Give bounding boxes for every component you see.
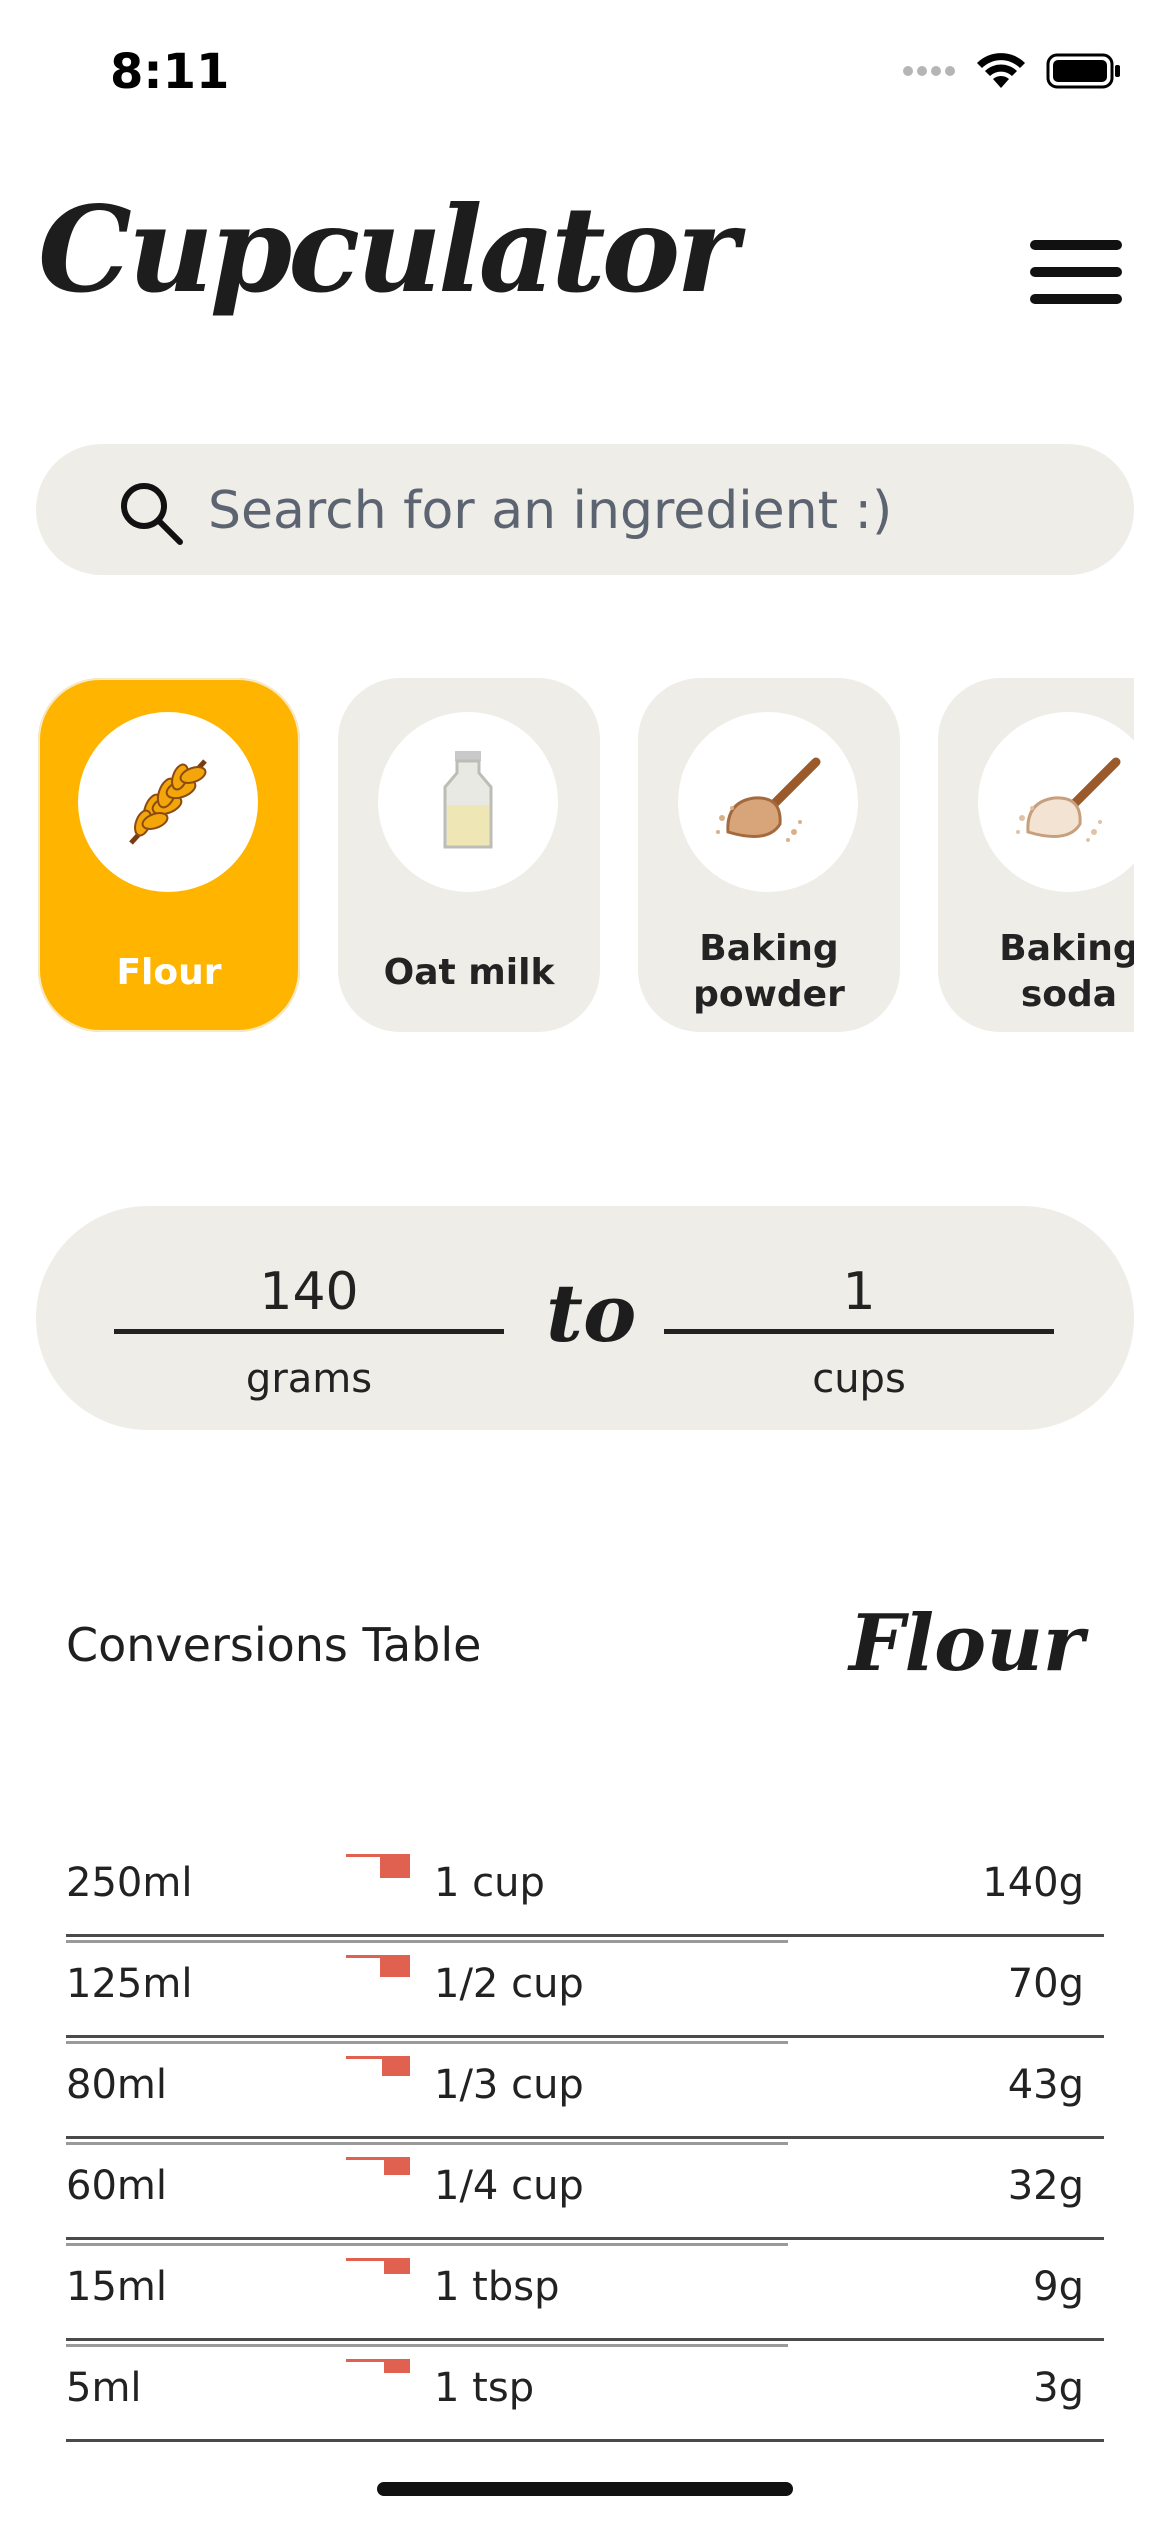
ingredient-label-line2: powder [693, 974, 845, 1015]
signal-dots-icon [903, 66, 955, 76]
measuring-cup-icon [346, 2056, 410, 2076]
wifi-icon [977, 53, 1025, 88]
status-bar: 8:11 [0, 0, 1170, 150]
milk-bottle-icon [443, 751, 493, 849]
ingredient-image-circle [78, 712, 258, 892]
cell-measure: 1 tsp [434, 2365, 535, 2411]
ingredient-label-line2: soda [1020, 974, 1118, 1015]
home-indicator[interactable] [377, 2482, 793, 2496]
ingredient-image-circle [378, 712, 558, 892]
from-field: grams [114, 1254, 504, 1402]
measuring-spoon-icon [346, 2258, 410, 2274]
battery-icon [1046, 53, 1120, 89]
cell-ml: 15ml [66, 2264, 167, 2310]
cell-grams: 9g [1033, 2264, 1084, 2310]
status-time: 8:11 [110, 44, 230, 100]
table-row: 5ml 1 tsp 3g [66, 2341, 1104, 2442]
cell-measure: 1/3 cup [434, 2062, 584, 2108]
table-row: 250ml 1 cup 140g [66, 1836, 1104, 1943]
search-icon [121, 483, 183, 545]
search-bar[interactable] [36, 444, 1134, 575]
cell-measure: 1 cup [434, 1860, 545, 1906]
from-unit-selector[interactable]: grams [114, 1356, 504, 1402]
cell-measure: 1 tbsp [434, 2264, 560, 2310]
conversions-table: 250ml 1 cup 140g 125ml 1/2 cup 70g 80ml … [66, 1836, 1104, 2442]
ingredient-label-line1: Baking [999, 928, 1134, 969]
to-field: cups [664, 1254, 1054, 1402]
table-row: 80ml 1/3 cup 43g [66, 2038, 1104, 2145]
to-connector: to [546, 1266, 637, 1360]
ingredient-image-circle [978, 712, 1134, 892]
cell-grams: 140g [982, 1860, 1084, 1906]
cell-grams: 3g [1033, 2365, 1084, 2411]
table-row: 125ml 1/2 cup 70g [66, 1937, 1104, 2044]
measuring-spoon-icon [346, 2359, 410, 2373]
cell-grams: 43g [1007, 2062, 1084, 2108]
cell-ml: 80ml [66, 2062, 167, 2108]
cell-ml: 125ml [66, 1961, 193, 2007]
measuring-cup-icon [346, 1854, 410, 1878]
ingredient-card-oat-milk[interactable]: Oat milk [338, 678, 600, 1032]
table-row: 60ml 1/4 cup 32g [66, 2139, 1104, 2246]
ingredient-card-baking-soda[interactable]: Baking soda [938, 678, 1134, 1032]
table-row: 15ml 1 tbsp 9g [66, 2240, 1104, 2347]
app-title: Cupculator [38, 180, 739, 319]
scoop-soda-icon [1016, 757, 1121, 842]
menu-button[interactable] [1030, 240, 1122, 304]
measuring-cup-icon [346, 2157, 410, 2175]
conversions-table-title: Conversions Table [66, 1618, 482, 1672]
cell-measure: 1/4 cup [434, 2163, 584, 2209]
ingredient-carousel[interactable]: Flour Oat milk Baking powder Baking soda [36, 676, 1134, 1036]
to-unit-selector[interactable]: cups [664, 1356, 1054, 1402]
wheat-icon [129, 759, 207, 845]
ingredient-card-flour[interactable]: Flour [38, 678, 300, 1032]
unit-converter: grams to cups [36, 1206, 1134, 1430]
ingredient-card-baking-powder[interactable]: Baking powder [638, 678, 900, 1032]
cell-ml: 250ml [66, 1860, 193, 1906]
cell-measure: 1/2 cup [434, 1961, 584, 2007]
cell-grams: 70g [1007, 1961, 1084, 2007]
ingredient-label: Baking powder [638, 926, 900, 1018]
conversions-table-ingredient: Flour [849, 1598, 1084, 1689]
ingredient-image-circle [678, 712, 858, 892]
cell-ml: 60ml [66, 2163, 167, 2209]
ingredient-label: Flour [116, 952, 222, 993]
search-input[interactable] [206, 462, 1090, 559]
scoop-powder-icon [716, 757, 821, 842]
to-value-input[interactable] [664, 1254, 1054, 1334]
measuring-cup-icon [346, 1955, 410, 1977]
status-icons [902, 52, 1122, 90]
ingredient-label: Baking soda [938, 926, 1134, 1018]
cell-ml: 5ml [66, 2365, 142, 2411]
from-value-input[interactable] [114, 1254, 504, 1334]
ingredient-label-line1: Baking [699, 928, 839, 969]
cell-grams: 32g [1007, 2163, 1084, 2209]
ingredient-label: Oat milk [383, 952, 555, 993]
